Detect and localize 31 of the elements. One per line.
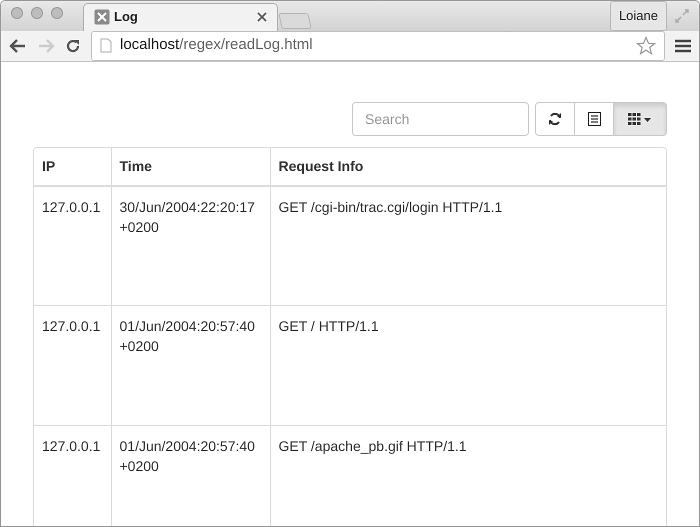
list-view-button[interactable] xyxy=(574,102,614,136)
refresh-icon xyxy=(548,112,562,126)
table-cell: 01/Jun/2004:20:57:40 +0200 xyxy=(120,438,255,474)
table-cell: GET / HTTP/1.1 xyxy=(278,318,379,334)
refresh-button[interactable] xyxy=(535,102,575,136)
back-icon[interactable] xyxy=(9,38,27,54)
menu-icon[interactable] xyxy=(675,38,691,52)
table-cell: 01/Jun/2004:20:57:40 +0200 xyxy=(120,318,255,354)
search-field[interactable]: Search xyxy=(352,102,529,136)
favicon-icon xyxy=(94,9,110,25)
url-text: localhost/regex/readLog.html xyxy=(120,35,314,56)
reload-icon[interactable] xyxy=(65,38,81,54)
profile-button[interactable]: Loiane xyxy=(610,1,667,30)
close-icon[interactable] xyxy=(257,12,267,22)
table-cell: 30/Jun/2004:22:20:17 +0200 xyxy=(120,198,255,234)
table-cell: 127.0.0.1 xyxy=(42,198,100,214)
tab-title: Log xyxy=(114,8,139,26)
star-icon[interactable] xyxy=(636,36,656,56)
column-header[interactable]: Time xyxy=(111,148,270,186)
table-cell: GET /apache_pb.gif HTTP/1.1 xyxy=(278,438,467,454)
browser-tab[interactable]: Log xyxy=(83,2,278,30)
table-cell: 127.0.0.1 xyxy=(42,318,100,334)
columns-button[interactable] xyxy=(613,102,667,136)
column-header[interactable]: IP xyxy=(34,148,111,186)
table-cell: GET /cgi-bin/trac.cgi/login HTTP/1.1 xyxy=(278,198,502,214)
list-icon xyxy=(588,112,600,126)
grid-icon xyxy=(628,112,652,124)
page-icon xyxy=(100,38,112,53)
column-header[interactable]: Request Info xyxy=(270,148,666,186)
address-bar[interactable]: localhost/regex/readLog.html xyxy=(91,30,665,60)
table-cell: 127.0.0.1 xyxy=(42,438,100,454)
